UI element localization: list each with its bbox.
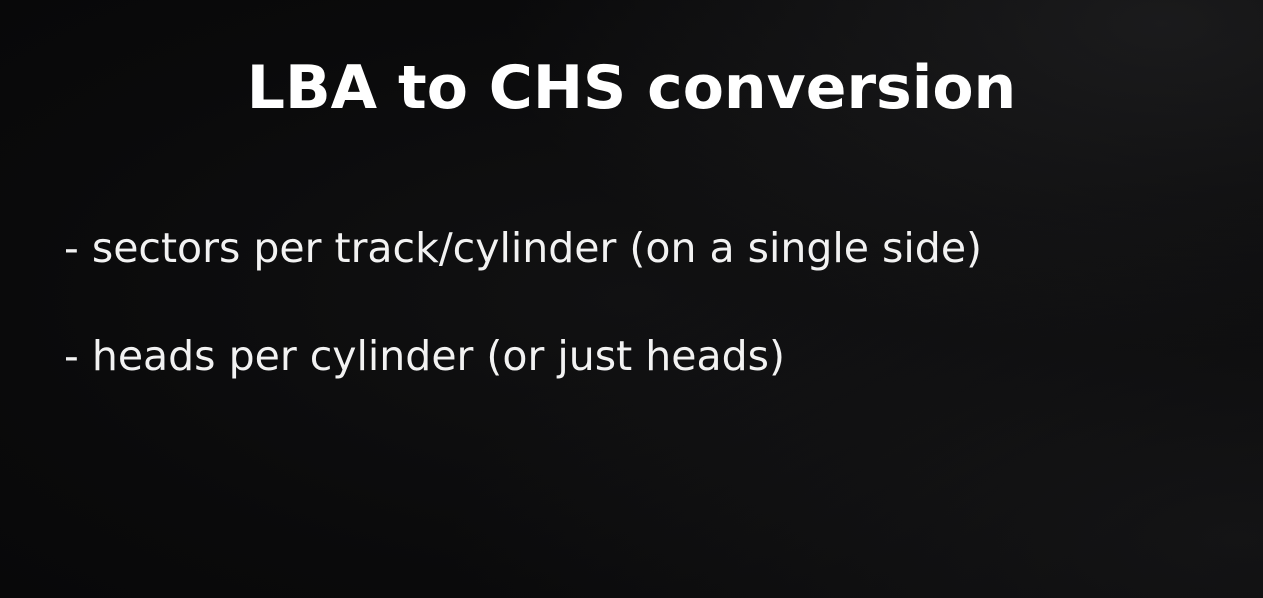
bullet-list: - sectors per track/cylinder (on a singl… bbox=[64, 220, 982, 436]
bullet-heads-per-cylinder: - heads per cylinder (or just heads) bbox=[64, 332, 785, 380]
slide-title: LBA to CHS conversion bbox=[246, 53, 1017, 123]
slide: LBA to CHS conversion - sectors per trac… bbox=[0, 0, 1263, 598]
bullet-sectors-per-track: - sectors per track/cylinder (on a singl… bbox=[64, 224, 983, 272]
